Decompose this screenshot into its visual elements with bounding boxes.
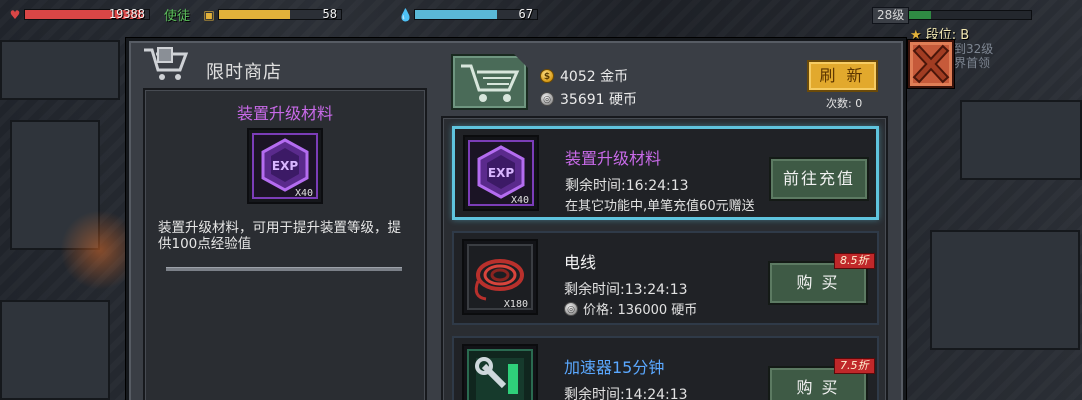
- heart-icon: ♥: [9, 7, 21, 22]
- detail-item-image: EXP X40: [247, 128, 323, 204]
- silver-coin-icon: ◎: [564, 301, 578, 316]
- background-wall: [0, 40, 120, 100]
- hp-bar: ♥ 19388: [8, 7, 150, 22]
- shop-item-card[interactable]: EXP X40 装置升级材料 剩余时间:16:24:13 在其它功能中,单笔充值…: [452, 126, 879, 220]
- svg-text:EXP: EXP: [488, 166, 514, 180]
- detail-item-description: 装置升级材料，可用于提升装置等级，提供100点经验值: [158, 220, 401, 252]
- food-icon: ▣: [203, 7, 215, 22]
- detail-item-qty: X40: [295, 188, 313, 199]
- recharge-button[interactable]: 前往充值: [769, 157, 869, 201]
- item-time-left: 剩余时间:16:24:13: [565, 178, 689, 194]
- energy-value: 58: [322, 7, 337, 21]
- svg-text:EXP: EXP: [272, 159, 298, 173]
- energy-bar: ▣ 58: [202, 7, 342, 22]
- detail-divider: [166, 267, 402, 271]
- item-name: 电线: [564, 253, 597, 272]
- water-bar: 💧 67: [398, 7, 538, 22]
- item-thumbnail: [462, 344, 538, 400]
- detail-item-name: 装置升级材料: [236, 104, 333, 123]
- exp-crystal-icon: EXP X40: [468, 140, 534, 206]
- item-time-left: 剩余时间:14:24:13: [564, 387, 688, 400]
- shop-title: 限时商店: [206, 62, 282, 83]
- shop-item-card[interactable]: 加速器15分钟 剩余时间:14:24:13 购 买 7.5折: [452, 336, 879, 400]
- discount-badge: 7.5折: [834, 358, 875, 374]
- exp-crystal-icon: EXP X40: [252, 133, 318, 199]
- item-name: 加速器15分钟: [564, 358, 665, 377]
- water-value: 67: [518, 7, 533, 21]
- gold-balance: $ 4052 金币: [540, 66, 628, 86]
- close-button[interactable]: [908, 40, 954, 88]
- background-desk: [930, 230, 1080, 350]
- water-drop-icon: 💧: [398, 7, 413, 22]
- background-floor: [0, 300, 110, 400]
- gold-coin-icon: $: [540, 69, 554, 83]
- item-price: ◎ 价格: 136000 硬币: [564, 299, 697, 318]
- silver-coin-icon: ◎: [540, 92, 554, 106]
- item-qty: X180: [504, 299, 528, 310]
- cart-icon: [461, 64, 520, 102]
- hud-partial-text: 使徒: [164, 9, 191, 24]
- player-level: 28级: [872, 7, 910, 24]
- item-thumbnail: EXP X40: [463, 135, 539, 211]
- item-time-left: 剩余时间:13:24:13: [564, 282, 688, 298]
- hp-value: 19388: [108, 7, 145, 21]
- shop-item-card[interactable]: X180 电线 剩余时间:13:24:13 ◎ 价格: 136000 硬币 购 …: [452, 231, 879, 325]
- background-shelf: [960, 100, 1082, 180]
- silver-balance: ◎ 35691 硬币: [540, 89, 637, 109]
- refresh-button[interactable]: 刷 新: [807, 60, 878, 92]
- wire-coil-icon: X180: [467, 244, 533, 310]
- shop-cart-icon: [144, 47, 189, 80]
- shop-cart-badge: [451, 54, 528, 110]
- item-note: 在其它功能中,单笔充值60元赠送: [565, 199, 755, 214]
- close-icon: [912, 44, 950, 84]
- discount-badge: 8.5折: [834, 253, 875, 269]
- refresh-count: 次数: 0: [826, 97, 863, 110]
- item-thumbnail: X180: [462, 239, 538, 315]
- side-quest-text: 到32级 界首领: [954, 42, 994, 70]
- item-name: 装置升级材料: [565, 149, 662, 168]
- item-qty: X40: [511, 195, 529, 206]
- accelerator-icon: [467, 349, 533, 400]
- level-progress: [908, 10, 1032, 20]
